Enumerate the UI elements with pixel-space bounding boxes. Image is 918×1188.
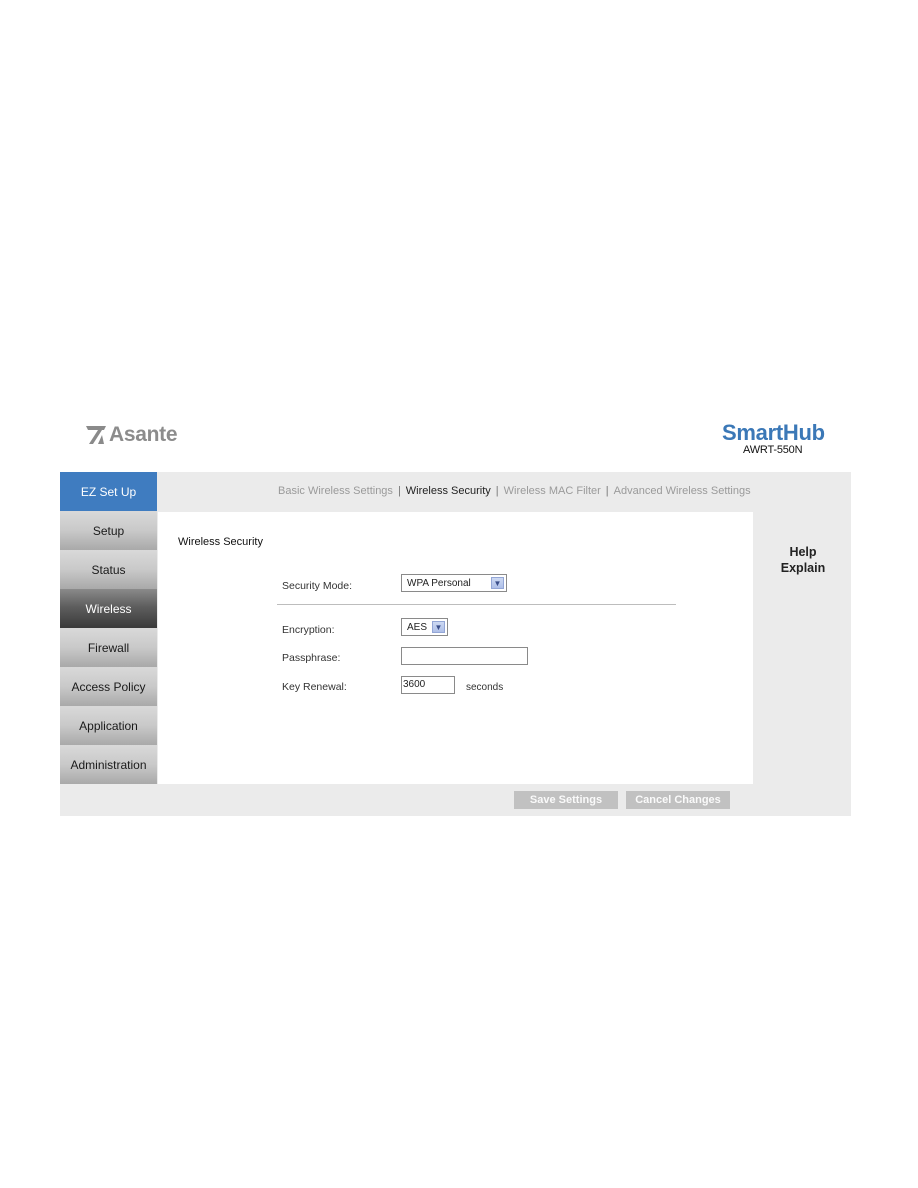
passphrase-input[interactable] xyxy=(401,647,528,665)
tab-advanced-wireless-settings[interactable]: Advanced Wireless Settings xyxy=(614,485,751,497)
subnav-separator: | xyxy=(397,485,401,497)
router-admin-frame: EZ Set Up Setup Status Wireless Firewall… xyxy=(60,472,851,816)
subnav-separator: | xyxy=(495,485,499,497)
wireless-subnav: Basic Wireless Settings | Wireless Securit… xyxy=(278,485,751,497)
help-panel: Help Explain xyxy=(763,544,843,576)
sidebar-nav: EZ Set Up Setup Status Wireless Firewall… xyxy=(60,472,157,784)
help-explain: Explain xyxy=(780,561,826,575)
asante-logo: Asante xyxy=(86,423,178,446)
sidebar-item-access-policy[interactable]: Access Policy xyxy=(60,667,157,706)
sidebar-item-administration[interactable]: Administration xyxy=(60,745,157,784)
sidebar-item-setup[interactable]: Setup xyxy=(60,511,157,550)
section-title: Wireless Security xyxy=(178,536,263,548)
encryption-value: AES xyxy=(407,621,428,633)
sidebar-item-wireless[interactable]: Wireless xyxy=(60,589,157,628)
wireless-security-panel: Wireless Security Security Mode: WPA Per… xyxy=(158,512,753,784)
encryption-select[interactable]: AES ▼ xyxy=(401,618,448,636)
passphrase-label: Passphrase: xyxy=(282,652,341,664)
sidebar-item-status[interactable]: Status xyxy=(60,550,157,589)
chevron-down-icon[interactable]: ▼ xyxy=(491,577,504,589)
divider xyxy=(277,604,676,605)
subnav-separator: | xyxy=(605,485,609,497)
tab-wireless-security[interactable]: Wireless Security xyxy=(406,485,491,497)
model-number: AWRT-550N xyxy=(743,444,803,456)
cancel-changes-button[interactable]: Cancel Changes xyxy=(626,791,730,809)
sidebar-item-ez-setup[interactable]: EZ Set Up xyxy=(60,472,157,511)
sidebar-item-application[interactable]: Application xyxy=(60,706,157,745)
smarthub-brand-text: SmartHub xyxy=(722,420,825,445)
key-renewal-label: Key Renewal: xyxy=(282,681,347,693)
key-renewal-unit: seconds xyxy=(466,682,504,693)
key-renewal-input[interactable]: 3600 xyxy=(401,676,455,694)
tab-basic-wireless-settings[interactable]: Basic Wireless Settings xyxy=(278,485,393,497)
save-settings-button[interactable]: Save Settings xyxy=(514,791,618,809)
security-mode-value: WPA Personal xyxy=(407,577,471,589)
help-title: Help xyxy=(789,545,817,559)
asante-logo-icon xyxy=(86,426,106,444)
security-mode-select[interactable]: WPA Personal ▼ xyxy=(401,574,507,592)
encryption-label: Encryption: xyxy=(282,624,335,636)
security-mode-label: Security Mode: xyxy=(282,580,353,592)
chevron-down-icon[interactable]: ▼ xyxy=(432,621,445,633)
tab-wireless-mac-filter[interactable]: Wireless MAC Filter xyxy=(504,485,601,497)
smarthub-logo: SmartHub AWRT-550N xyxy=(722,421,832,456)
sidebar-item-firewall[interactable]: Firewall xyxy=(60,628,157,667)
asante-brand-text: Asante xyxy=(109,423,178,446)
